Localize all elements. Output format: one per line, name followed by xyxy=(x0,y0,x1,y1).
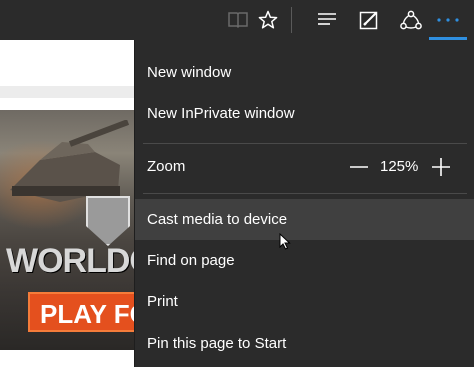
web-note-icon[interactable] xyxy=(349,0,389,40)
menu-item-print[interactable]: Print xyxy=(135,281,474,322)
plus-icon xyxy=(432,158,450,176)
menu-item-cast-media[interactable]: Cast media to device xyxy=(135,199,474,240)
zoom-level-value: 125% xyxy=(380,158,419,175)
zoom-in-button[interactable] xyxy=(428,154,454,180)
advertisement-banner[interactable]: WORLDOFT PLAY FOR xyxy=(0,110,134,350)
more-actions-menu: New window New InPrivate window Zoom 125… xyxy=(134,40,474,367)
menu-item-new-inprivate-window[interactable]: New InPrivate window xyxy=(135,93,474,134)
more-actions-icon[interactable] xyxy=(428,0,468,40)
page-content-strip xyxy=(0,86,134,98)
mouse-cursor-icon xyxy=(279,233,291,250)
share-icon[interactable] xyxy=(391,0,431,40)
browser-toolbar xyxy=(0,0,474,40)
zoom-label: Zoom xyxy=(147,158,186,175)
zoom-out-button[interactable] xyxy=(346,154,372,180)
menu-item-new-window[interactable]: New window xyxy=(135,52,474,93)
ad-game-title: WORLDOFT xyxy=(6,242,134,280)
ad-play-button[interactable]: PLAY FOR xyxy=(28,292,134,332)
menu-item-pin-to-start[interactable]: Pin this page to Start xyxy=(135,323,474,364)
game-logo-shield-icon xyxy=(86,196,130,246)
zoom-row: Zoom 125% xyxy=(135,146,474,188)
minus-icon xyxy=(350,166,368,168)
menu-divider xyxy=(143,143,467,144)
menu-item-find-on-page[interactable]: Find on page xyxy=(135,240,474,281)
toolbar-separator xyxy=(291,7,292,33)
hub-icon[interactable] xyxy=(307,0,347,40)
favorites-star-icon[interactable] xyxy=(248,0,288,40)
menu-divider xyxy=(143,193,467,194)
